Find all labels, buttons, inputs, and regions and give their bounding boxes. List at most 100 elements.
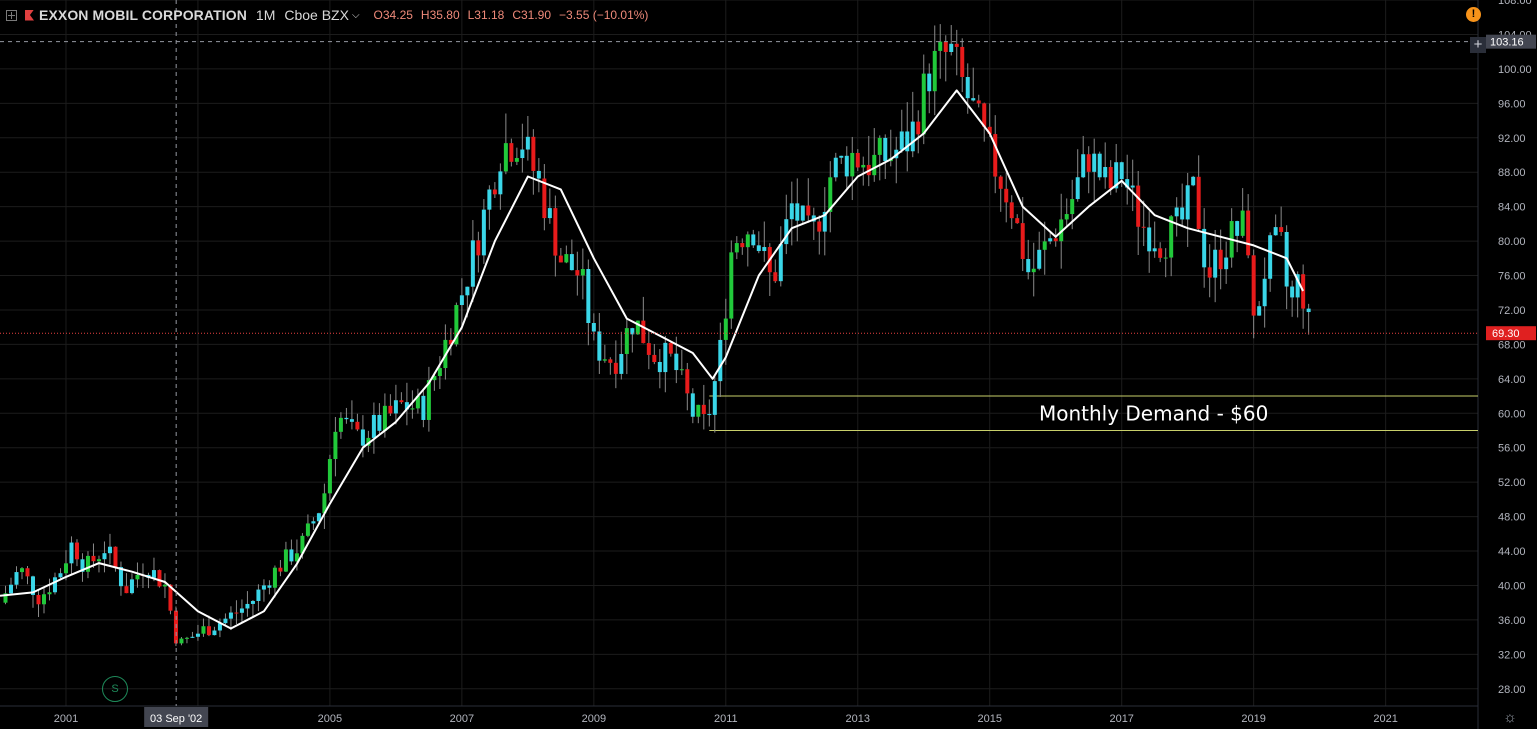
candle-body	[910, 121, 915, 152]
candle-body	[1290, 286, 1295, 298]
candle-body	[327, 459, 332, 494]
gear-icon[interactable]: ☼	[1500, 708, 1520, 728]
candle-body	[613, 362, 618, 374]
candle-body	[795, 203, 800, 221]
candle-body	[927, 73, 932, 92]
collapse-plus-icon[interactable]	[6, 9, 17, 21]
candle-body	[344, 417, 349, 420]
x-tick-label: 2007	[450, 713, 474, 725]
ohlc-open: O34.25	[374, 8, 413, 22]
candle-body	[41, 594, 46, 605]
candle-body	[1279, 227, 1284, 233]
timeframe-label[interactable]: 1M	[256, 7, 275, 23]
candle-body	[899, 131, 904, 150]
candle-body	[212, 630, 217, 636]
alert-icon[interactable]: !	[1466, 7, 1481, 22]
candle-body	[756, 245, 761, 252]
candle-body	[723, 318, 728, 340]
add-crosshair-plus-icon[interactable]: +	[1470, 37, 1486, 53]
candle-body	[338, 417, 343, 432]
candle-body	[861, 164, 866, 168]
candle-body	[531, 136, 536, 171]
candle-body	[283, 549, 288, 572]
candle-body	[602, 359, 607, 361]
y-tick-label: 52.00	[1498, 477, 1526, 489]
candle-body	[1004, 188, 1009, 203]
ohlc-low: L31.18	[468, 8, 505, 22]
y-tick-label: 92.00	[1498, 133, 1526, 145]
candle-body	[1037, 249, 1042, 269]
candle-body	[487, 189, 492, 210]
candle-body	[1196, 176, 1201, 229]
candle-body	[932, 50, 937, 92]
candle-body	[976, 100, 981, 104]
candle-body	[514, 158, 519, 162]
candle-body	[498, 171, 503, 195]
candle-body	[492, 189, 497, 195]
candle-body	[1235, 221, 1240, 236]
low-value: L31.18	[467, 8, 505, 22]
candle-body	[778, 244, 783, 282]
symbol-title[interactable]: EXXON MOBIL CORPORATION	[39, 7, 247, 23]
candle-body	[1301, 274, 1306, 309]
y-tick-label: 32.00	[1498, 649, 1526, 661]
candle-body	[96, 559, 101, 562]
candle-body	[839, 155, 844, 158]
candle-body	[916, 121, 921, 135]
y-tick-label: 108.00	[1498, 0, 1532, 7]
y-tick-label: 44.00	[1498, 546, 1526, 558]
exchange-label[interactable]: Cboe BZX	[284, 7, 349, 23]
candle-body	[129, 579, 134, 594]
change-value: −3.55 (−10.01%)	[559, 8, 649, 22]
candle-body	[569, 254, 574, 271]
candle-body	[718, 339, 723, 382]
candle-body	[883, 137, 888, 162]
candle-body	[1081, 154, 1086, 178]
open-value: O34.25	[373, 8, 413, 22]
candle-body	[558, 255, 563, 263]
candle-body	[333, 431, 338, 460]
candle-body	[481, 209, 486, 256]
x-tick-label: 2017	[1109, 713, 1133, 725]
candle-body	[553, 208, 558, 256]
moving-average-line	[0, 89, 1304, 630]
candle-body	[1273, 227, 1278, 236]
price-chart[interactable]: 28.00 32.00 36.00 40.00 44.00 48.00 52.00 56.00…	[0, 0, 1537, 729]
y-tick-label: 84.00	[1498, 202, 1526, 214]
x-tick-label: 2011	[714, 713, 738, 725]
candle-body	[1213, 249, 1218, 278]
session-icon[interactable]: S	[102, 676, 128, 702]
candle-body	[960, 46, 965, 78]
candle-body	[1009, 202, 1014, 219]
candle-body	[762, 247, 767, 252]
candle-body	[685, 369, 690, 394]
candle-body	[1152, 248, 1157, 252]
candle-body	[740, 243, 745, 248]
candle-body	[773, 272, 778, 282]
candle-body	[844, 155, 849, 177]
candle-body	[267, 585, 272, 588]
candle-body	[525, 136, 530, 150]
candle-body	[74, 542, 79, 560]
candle-body	[619, 353, 624, 374]
candle-body	[1158, 248, 1163, 258]
x-tick-label: 2013	[846, 713, 870, 725]
candle-body	[652, 354, 657, 363]
candle-body	[1207, 267, 1212, 278]
candle-body	[1185, 185, 1190, 220]
x-tick-label: 2015	[977, 713, 1001, 725]
candle-body	[1108, 167, 1113, 189]
y-tick-label: 80.00	[1498, 236, 1526, 248]
candle-body	[1031, 268, 1036, 273]
candle-body	[608, 359, 613, 363]
candle-body	[476, 240, 481, 256]
candle-body	[421, 395, 426, 420]
candle-body	[1246, 210, 1251, 256]
candle-body	[349, 419, 354, 422]
candle-body	[1015, 218, 1020, 224]
candle-body	[509, 143, 514, 162]
candle-body	[85, 555, 90, 572]
chevron-down-icon[interactable]: ⌵	[352, 10, 360, 21]
candle-body	[151, 570, 156, 578]
close-value: C31.90	[512, 8, 552, 22]
